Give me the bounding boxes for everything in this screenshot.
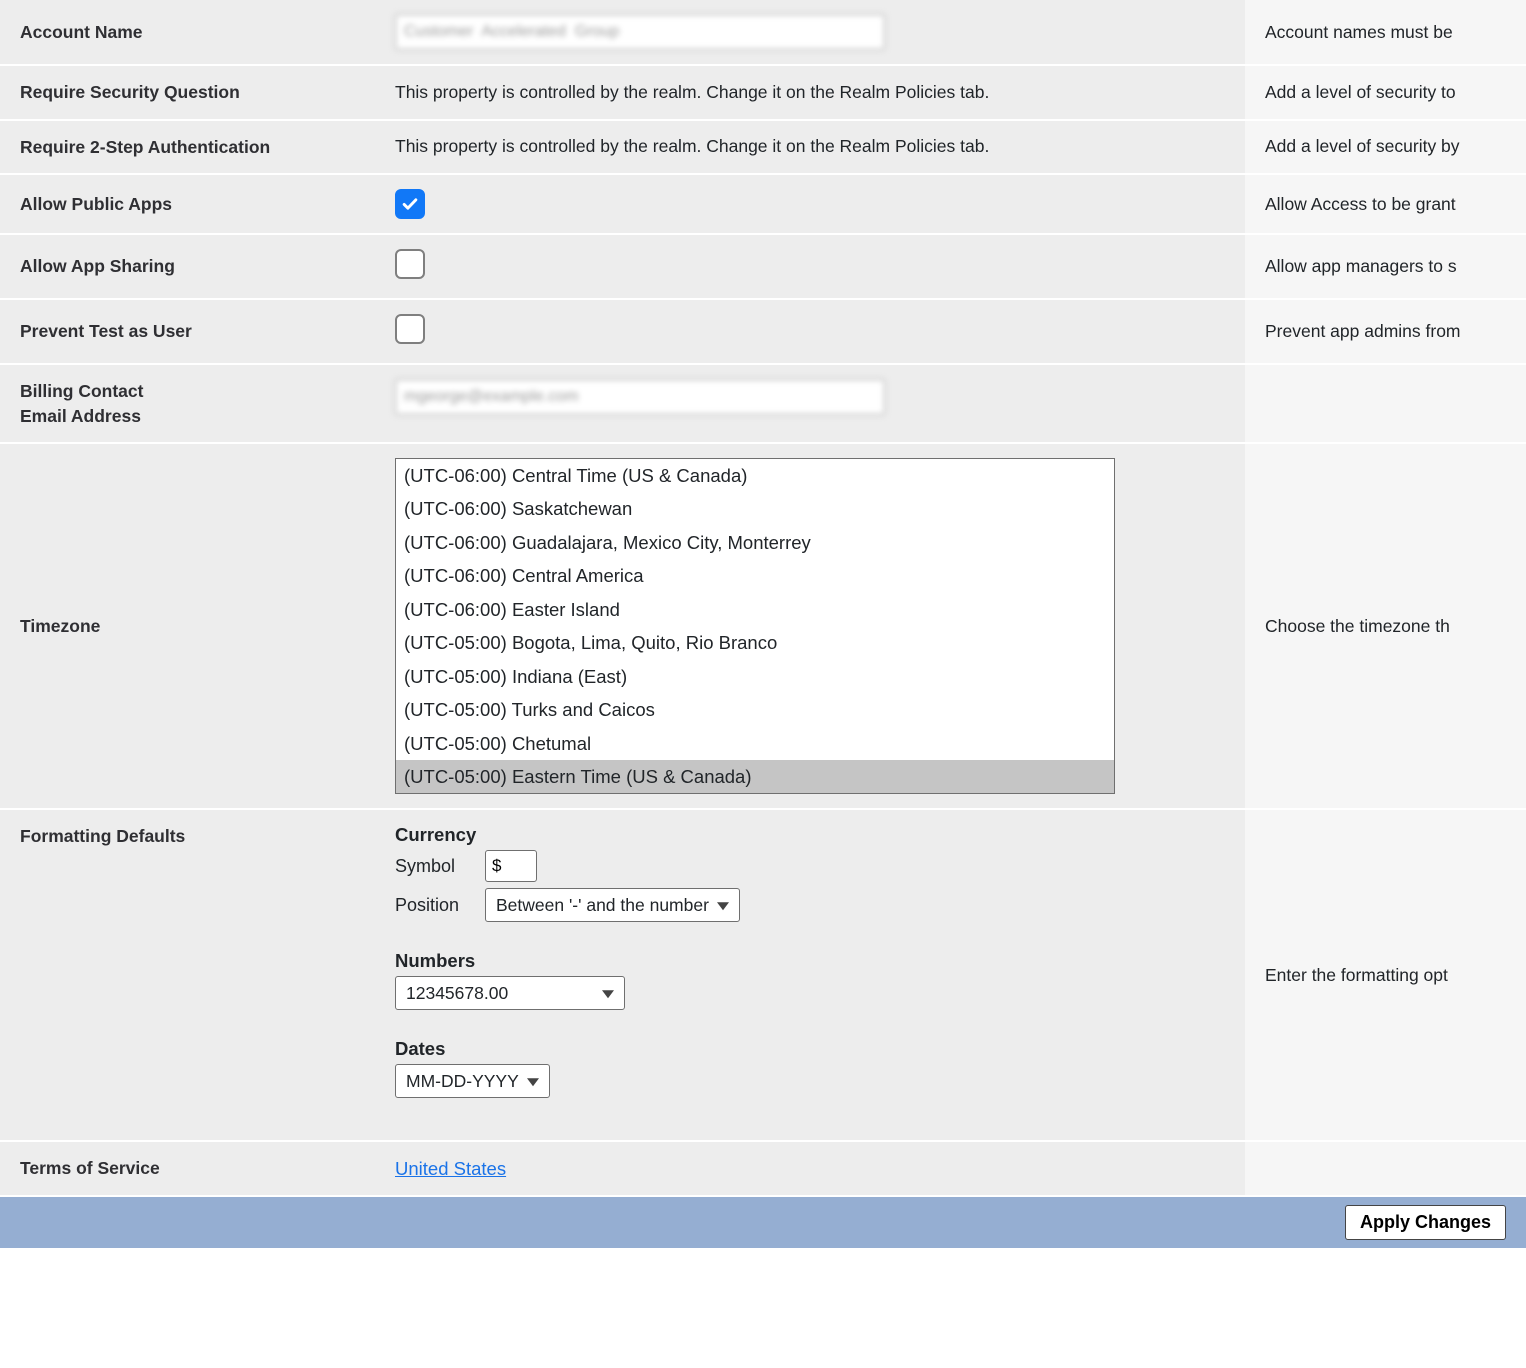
formatting-defaults-label: Formatting Defaults [0,809,375,1141]
prevent-test-user-checkbox[interactable] [395,314,425,344]
timezone-option[interactable]: (UTC-06:00) Easter Island [396,593,1114,626]
row-require-2step: Require 2-Step Authentication This prope… [0,120,1526,175]
allow-public-apps-help: Allow Access to be grant [1245,174,1526,234]
formatting-defaults-help: Enter the formatting opt [1245,809,1526,1141]
terms-value-cell: United States [375,1141,1245,1196]
row-account-name: Account Name Account names must be [0,0,1526,65]
terms-link[interactable]: United States [395,1158,506,1179]
dates-format-select[interactable]: MM-DD-YYYY [395,1064,550,1098]
row-billing-email: Billing Contact Email Address [0,364,1526,443]
require-security-question-label: Require Security Question [0,65,375,120]
timezone-label: Timezone [0,443,375,809]
allow-app-sharing-value-cell [375,234,1245,299]
require-security-question-value: This property is controlled by the realm… [375,65,1245,120]
timezone-option[interactable]: (UTC-06:00) Central America [396,559,1114,592]
currency-heading: Currency [395,824,1225,846]
row-timezone: Timezone (UTC-06:00) Central Time (US & … [0,443,1526,809]
billing-email-label-line1: Billing Contact [20,381,143,401]
row-prevent-test-user: Prevent Test as User Prevent app admins … [0,299,1526,364]
require-security-question-help: Add a level of security to [1245,65,1526,120]
row-formatting-defaults: Formatting Defaults Currency Symbol Posi… [0,809,1526,1141]
currency-position-label: Position [395,895,475,916]
timezone-option[interactable]: (UTC-05:00) Chetumal [396,727,1114,760]
numbers-format-select[interactable]: 12345678.00 [395,976,625,1010]
row-allow-public-apps: Allow Public Apps Allow Access to be gra… [0,174,1526,234]
billing-email-help [1245,364,1526,443]
allow-app-sharing-help: Allow app managers to s [1245,234,1526,299]
terms-help [1245,1141,1526,1196]
timezone-option[interactable]: (UTC-05:00) Turks and Caicos [396,693,1114,726]
numbers-format-selected: 12345678.00 [406,983,508,1004]
account-name-label: Account Name [0,0,375,65]
billing-email-input[interactable] [395,379,885,415]
account-name-help: Account names must be [1245,0,1526,65]
footer-bar: Apply Changes [0,1197,1526,1248]
require-2step-help: Add a level of security by [1245,120,1526,175]
timezone-option[interactable]: (UTC-06:00) Guadalajara, Mexico City, Mo… [396,526,1114,559]
timezone-option[interactable]: (UTC-05:00) Indiana (East) [396,660,1114,693]
account-name-value-cell [375,0,1245,65]
currency-symbol-input[interactable] [485,850,537,882]
billing-email-label: Billing Contact Email Address [0,364,375,443]
billing-email-value-cell [375,364,1245,443]
billing-email-label-line2: Email Address [20,406,141,426]
account-settings-table: Account Name Account names must be Requi… [0,0,1526,1197]
require-2step-value: This property is controlled by the realm… [375,120,1245,175]
formatting-defaults-value-cell: Currency Symbol Position Between '-' and… [375,809,1245,1141]
allow-app-sharing-label: Allow App Sharing [0,234,375,299]
timezone-help: Choose the timezone th [1245,443,1526,809]
currency-symbol-label: Symbol [395,856,475,877]
allow-public-apps-value-cell [375,174,1245,234]
timezone-value-cell: (UTC-06:00) Central Time (US & Canada)(U… [375,443,1245,809]
timezone-listbox[interactable]: (UTC-06:00) Central Time (US & Canada)(U… [395,458,1115,794]
terms-label: Terms of Service [0,1141,375,1196]
prevent-test-user-label: Prevent Test as User [0,299,375,364]
row-require-security-question: Require Security Question This property … [0,65,1526,120]
timezone-option[interactable]: (UTC-06:00) Saskatchewan [396,492,1114,525]
account-name-input[interactable] [395,14,885,50]
row-allow-app-sharing: Allow App Sharing Allow app managers to … [0,234,1526,299]
prevent-test-user-value-cell [375,299,1245,364]
check-icon [400,194,420,214]
timezone-option[interactable]: (UTC-05:00) Bogota, Lima, Quito, Rio Bra… [396,626,1114,659]
timezone-option[interactable]: (UTC-06:00) Central Time (US & Canada) [396,459,1114,492]
dates-format-selected: MM-DD-YYYY [406,1071,519,1092]
require-2step-label: Require 2-Step Authentication [0,120,375,175]
allow-public-apps-checkbox[interactable] [395,189,425,219]
currency-position-selected: Between '-' and the number [496,895,709,916]
prevent-test-user-help: Prevent app admins from [1245,299,1526,364]
numbers-heading: Numbers [395,950,1225,972]
dates-heading: Dates [395,1038,1225,1060]
allow-app-sharing-checkbox[interactable] [395,249,425,279]
timezone-option[interactable]: (UTC-05:00) Eastern Time (US & Canada) [396,760,1114,793]
allow-public-apps-label: Allow Public Apps [0,174,375,234]
apply-changes-button[interactable]: Apply Changes [1345,1205,1506,1240]
currency-position-select[interactable]: Between '-' and the number [485,888,740,922]
row-terms-of-service: Terms of Service United States [0,1141,1526,1196]
